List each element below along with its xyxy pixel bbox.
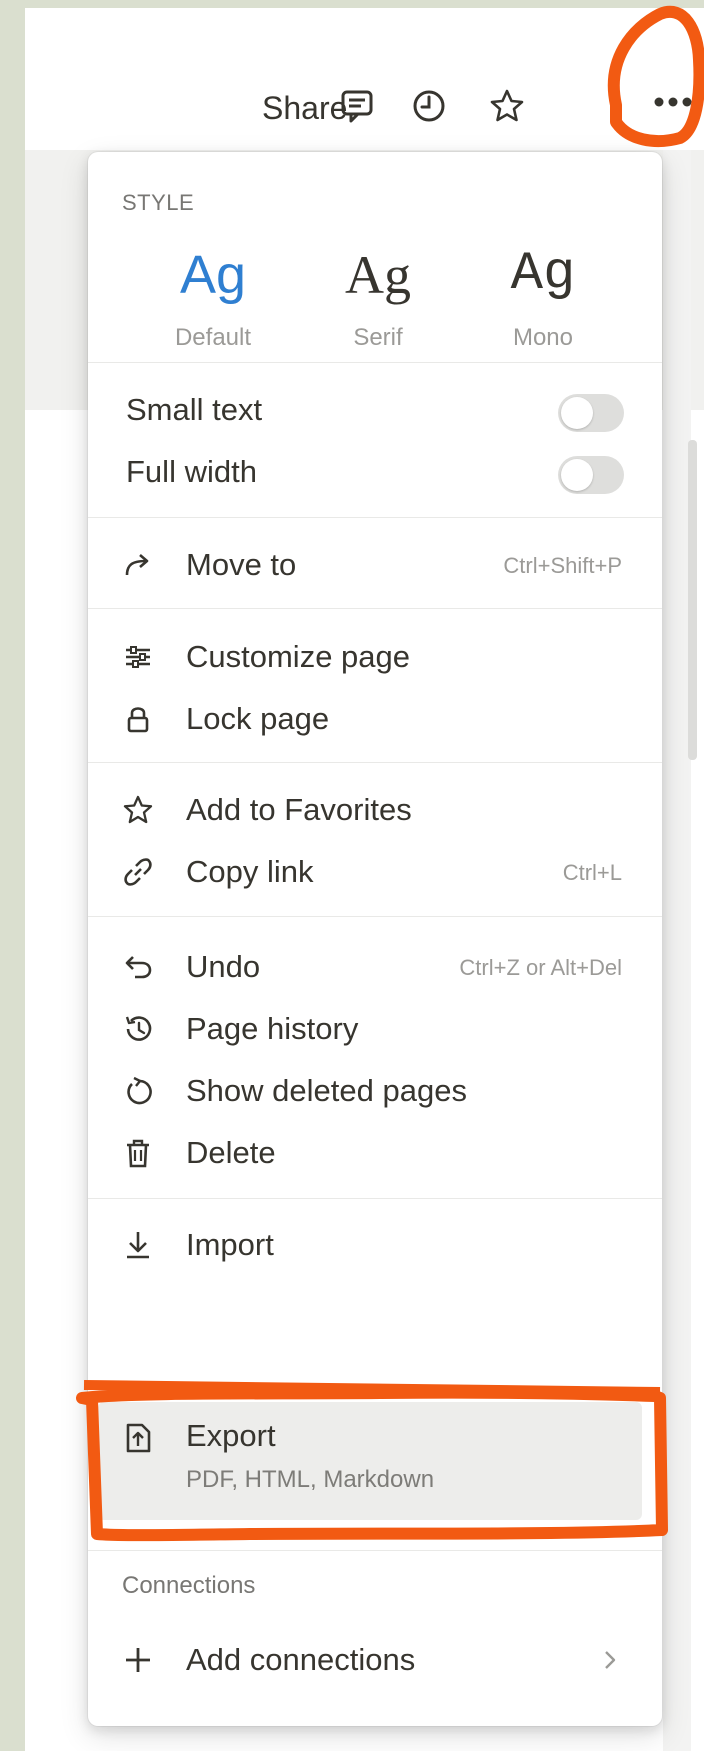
background-left-strip (0, 0, 25, 1751)
menu-divider (88, 517, 662, 518)
menu-divider (88, 762, 662, 763)
add-to-favorites-label: Add to Favorites (186, 792, 412, 827)
customize-page-item[interactable]: Customize page (88, 627, 662, 687)
plus-icon (126, 1648, 150, 1672)
small-text-label: Small text (126, 392, 263, 427)
undo-shortcut: Ctrl+Z or Alt+Del (459, 955, 622, 980)
page-history-label: Page history (186, 1011, 359, 1046)
add-to-favorites-item[interactable]: Add to Favorites (88, 780, 662, 840)
style-caption-serif: Serif (353, 324, 403, 351)
page-history-item[interactable]: Page history (88, 999, 662, 1059)
menu-divider (88, 1198, 662, 1199)
star-icon (123, 795, 153, 824)
add-connections-item[interactable]: Add connections (88, 1630, 662, 1690)
clock-icon[interactable] (409, 86, 449, 126)
delete-item[interactable]: Delete (88, 1123, 662, 1183)
topbar: Share (25, 8, 704, 148)
undo-item[interactable]: Undo Ctrl+Z or Alt+Del (88, 937, 662, 997)
trash-icon (127, 1139, 149, 1168)
style-option-mono[interactable]: Ag Mono (468, 244, 618, 352)
menu-divider (88, 1550, 662, 1551)
share-button[interactable]: Share (262, 90, 347, 127)
style-sample-default: Ag (179, 245, 247, 305)
export-file-icon (126, 1423, 151, 1453)
style-sample-mono: Ag (510, 244, 576, 305)
menu-divider (88, 916, 662, 917)
comment-icon[interactable] (337, 86, 377, 126)
small-text-toggle[interactable] (558, 394, 624, 432)
star-icon[interactable] (487, 86, 527, 126)
import-label: Import (186, 1227, 274, 1262)
style-caption-mono: Mono (512, 324, 574, 351)
full-width-label: Full width (126, 454, 257, 489)
copy-link-label: Copy link (186, 854, 314, 889)
menu-divider (88, 608, 662, 609)
full-width-row[interactable]: Full width (88, 442, 662, 502)
chevron-right-icon (605, 1651, 616, 1669)
small-text-row[interactable]: Small text (88, 380, 662, 440)
export-item[interactable]: Export PDF, HTML, Markdown (98, 1402, 642, 1520)
copy-link-shortcut: Ctrl+L (562, 860, 622, 885)
customize-page-label: Customize page (186, 639, 411, 674)
move-to-shortcut: Ctrl+Shift+P (503, 553, 622, 578)
import-item[interactable]: Import (88, 1215, 662, 1275)
show-deleted-pages-label: Show deleted pages (186, 1073, 467, 1108)
style-option-default[interactable]: Ag Default (138, 244, 288, 352)
undo-label: Undo (186, 949, 261, 984)
history-icon (125, 1016, 152, 1041)
restore-icon (127, 1076, 152, 1105)
delete-label: Delete (186, 1135, 276, 1170)
connections-label: Connections (122, 1572, 256, 1599)
more-dots-icon[interactable] (637, 72, 704, 144)
style-caption-default: Default (174, 324, 252, 351)
show-deleted-pages-item[interactable]: Show deleted pages (88, 1061, 662, 1121)
scrollbar-track[interactable] (663, 150, 691, 1751)
full-width-toggle[interactable] (558, 456, 624, 494)
sliders-icon (126, 646, 150, 668)
lock-page-item[interactable]: Lock page (88, 689, 662, 749)
scrollbar-thumb[interactable] (688, 440, 697, 760)
menu-divider (88, 362, 662, 363)
export-label: Export (186, 1418, 276, 1453)
style-section-label: STYLE (122, 190, 195, 215)
style-sample-serif: Ag (345, 245, 411, 305)
add-connections-label: Add connections (186, 1642, 416, 1677)
lock-icon (127, 707, 149, 733)
move-to-item[interactable]: Move to Ctrl+Shift+P (88, 535, 662, 595)
link-icon (124, 858, 152, 886)
background-top-strip (0, 0, 704, 8)
arrow-turn-right-icon (125, 554, 149, 576)
page-options-menu: STYLE Ag Default Ag Serif Ag Mono Small … (88, 152, 662, 1726)
lock-page-label: Lock page (186, 701, 330, 736)
style-option-serif[interactable]: Ag Serif (303, 244, 453, 352)
download-icon (127, 1232, 149, 1259)
export-formats: PDF, HTML, Markdown (186, 1466, 435, 1493)
move-to-label: Move to (186, 547, 297, 582)
copy-link-item[interactable]: Copy link Ctrl+L (88, 842, 662, 902)
undo-icon (125, 956, 152, 979)
